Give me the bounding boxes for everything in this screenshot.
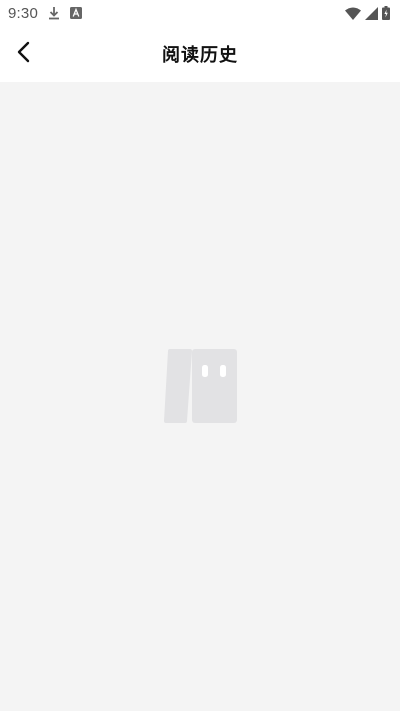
status-left: 9:30 xyxy=(8,5,82,22)
download-icon xyxy=(48,6,60,20)
battery-icon xyxy=(382,6,390,20)
reading-history-list xyxy=(0,82,400,711)
signal-icon xyxy=(365,6,378,20)
page-title: 阅读历史 xyxy=(162,45,238,66)
screen: 9:30 阅读历史 xyxy=(0,0,400,711)
status-bar: 9:30 xyxy=(0,0,400,26)
app-header: 阅读历史 xyxy=(0,26,400,82)
status-right xyxy=(345,6,390,20)
a-badge-icon xyxy=(70,7,82,19)
empty-books-icon xyxy=(160,345,240,425)
wifi-icon xyxy=(345,7,361,20)
status-time: 9:30 xyxy=(8,4,38,22)
